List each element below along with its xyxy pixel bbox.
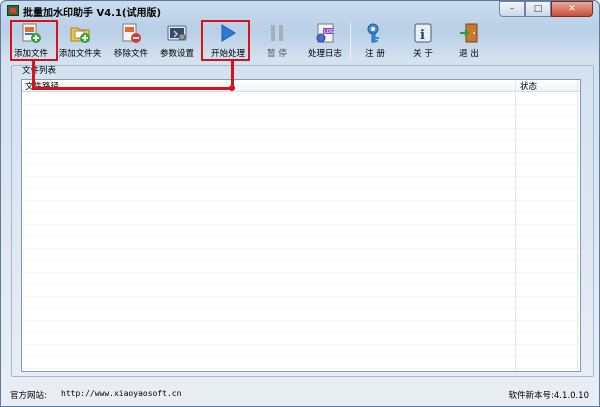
list-row-line <box>22 116 580 117</box>
highlight-box-start <box>201 20 250 61</box>
list-row-line <box>22 152 580 153</box>
file-list-title: 文件列表 <box>22 66 57 76</box>
list-row-line <box>22 356 580 357</box>
list-row-line <box>22 212 580 213</box>
website-label: 官方网站: <box>10 391 47 401</box>
minimize-button[interactable]: – <box>499 1 525 17</box>
about-label: 关 于 <box>413 49 433 59</box>
log-button[interactable]: LOG 处理日志 <box>303 21 347 61</box>
exit-button[interactable]: 退 出 <box>451 21 487 61</box>
list-row-line <box>22 368 580 369</box>
file-list[interactable]: 文件路径 状态 <box>21 79 581 372</box>
list-row-line <box>22 164 580 165</box>
callout-line <box>32 61 35 90</box>
info-icon: i <box>412 22 434 44</box>
column-divider <box>515 80 516 371</box>
list-row-line <box>22 308 580 309</box>
settings-icon <box>166 22 188 44</box>
list-row-line <box>22 296 580 297</box>
list-row-line <box>22 236 580 237</box>
website-link[interactable]: http://www.xiaoyaosoft.cn <box>61 389 181 398</box>
pause-icon <box>266 22 288 44</box>
column-divider <box>577 80 578 371</box>
log-icon: LOG <box>314 22 336 44</box>
callout-line <box>231 61 234 87</box>
list-row-line <box>22 188 580 189</box>
list-row-line <box>22 284 580 285</box>
about-button[interactable]: i 关 于 <box>405 21 441 61</box>
column-header-path[interactable]: 文件路径 <box>25 80 59 92</box>
toolbar: 添加文件 添加文件夹 移除文件 参数设置 开始处理 暂 停 LOG 处理日志 注… <box>5 21 597 63</box>
remove-file-button[interactable]: 移除文件 <box>109 21 153 61</box>
callout-dot <box>229 85 235 91</box>
register-button[interactable]: 注 册 <box>357 21 393 61</box>
title-bar[interactable]: 批量加水印助手 V4.1(试用版) – □ ✕ <box>1 1 599 21</box>
highlight-box-add-file <box>10 20 58 61</box>
window-controls: – □ ✕ <box>499 1 593 17</box>
app-icon <box>7 5 19 16</box>
list-row-line <box>22 344 580 345</box>
log-label: 处理日志 <box>307 49 342 59</box>
svg-text:LOG: LOG <box>324 29 335 35</box>
callout-line <box>32 87 234 90</box>
settings-label: 参数设置 <box>159 49 194 59</box>
version-text: 软件新本号:4.1.0.10 <box>508 391 589 401</box>
close-button[interactable]: ✕ <box>551 1 593 17</box>
register-label: 注 册 <box>365 49 385 59</box>
list-row-line <box>22 200 580 201</box>
pause-button[interactable]: 暂 停 <box>257 21 297 61</box>
list-row-line <box>22 128 580 129</box>
list-row-line <box>22 104 580 105</box>
status-bar: 官方网站: http://www.xiaoyaosoft.cn 软件新本号:4.… <box>1 381 599 406</box>
exit-label: 退 出 <box>459 49 479 59</box>
remove-file-label: 移除文件 <box>113 49 148 59</box>
add-folder-label: 添加文件夹 <box>58 49 102 59</box>
add-folder-button[interactable]: 添加文件夹 <box>57 21 103 61</box>
maximize-button[interactable]: □ <box>525 1 551 17</box>
list-row-line <box>22 140 580 141</box>
add-folder-icon <box>69 22 91 44</box>
svg-text:i: i <box>420 28 425 43</box>
remove-file-icon <box>120 22 142 44</box>
app-window: 批量加水印助手 V4.1(试用版) – □ ✕ 添加文件 添加文件夹 移除文件 … <box>0 0 600 407</box>
window-title: 批量加水印助手 V4.1(试用版) <box>23 8 162 19</box>
list-row-line <box>22 176 580 177</box>
list-row-line <box>22 260 580 261</box>
list-row-line <box>22 332 580 333</box>
pause-label: 暂 停 <box>267 49 287 59</box>
exit-door-icon <box>458 22 480 44</box>
list-row-line <box>22 320 580 321</box>
settings-button[interactable]: 参数设置 <box>155 21 199 61</box>
toolbar-separator <box>350 23 351 59</box>
key-icon <box>364 22 386 44</box>
list-row-line <box>22 248 580 249</box>
file-list-header: 文件路径 状态 <box>22 80 580 92</box>
list-row-line <box>22 272 580 273</box>
list-row-line <box>22 224 580 225</box>
column-header-status[interactable]: 状态 <box>520 80 537 92</box>
